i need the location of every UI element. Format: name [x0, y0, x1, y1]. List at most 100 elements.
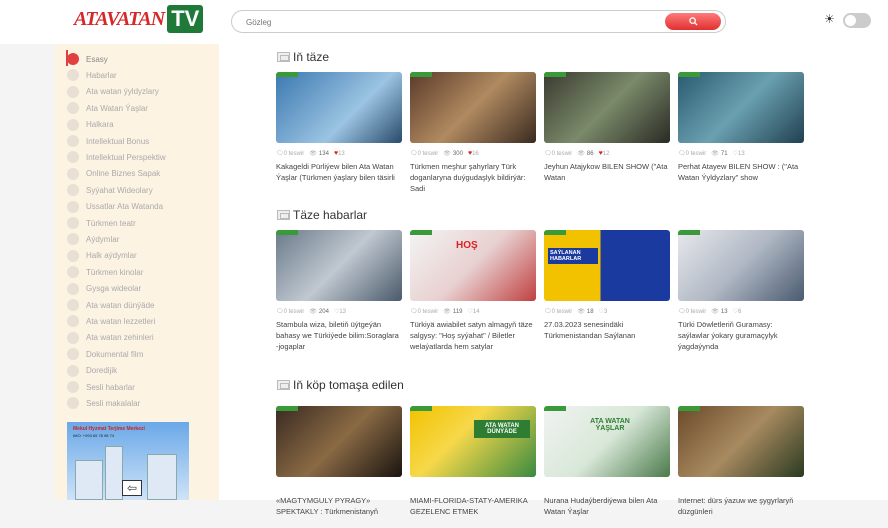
- video-thumbnail[interactable]: HOŞ: [410, 230, 536, 301]
- video-title[interactable]: Türki Döwletleriň Guramasy: saýlawlar ýo…: [678, 319, 804, 352]
- video-card[interactable]: SAÝLANAN HABARLAR 🗨 0 teswir 👁 18 ♡ 3 27.03.202…: [544, 230, 670, 352]
- search-input[interactable]: [246, 14, 666, 30]
- sidebar-item-label: Sesli habarlar: [86, 382, 135, 392]
- sidebar-item[interactable]: Online Biznes Sapak: [67, 166, 160, 182]
- video-title[interactable]: Türkmen meşhur şahyrlary Türk doganlaryn…: [410, 161, 536, 194]
- video-thumbnail[interactable]: [678, 72, 804, 143]
- sidebar-item[interactable]: Ussatlar Ata Watanda: [67, 199, 163, 215]
- sidebar-item[interactable]: Esasy: [67, 51, 108, 67]
- video-card[interactable]: 🗨 0 teswir 👁 86 ♥ 12 Jeyhun Atajykow BILEN SHO…: [544, 72, 670, 194]
- video-thumbnail[interactable]: [544, 72, 670, 143]
- sidebar-item[interactable]: Ata watan lezzetleri: [67, 313, 155, 329]
- video-card[interactable]: 🗨 0 teswir 👁 204 ♡ 13 Stambula wiza, biletiň ü…: [276, 230, 402, 352]
- video-card[interactable]: 🗨 0 teswir 👁 134 ♥ 13 Kakageldi Pürliýew bilen…: [276, 72, 402, 194]
- sidebar-item[interactable]: Habarlar: [67, 67, 117, 83]
- video-title[interactable]: Türkiyä awiabilet satyn almagyň täze sal…: [410, 319, 536, 352]
- sidebar-item[interactable]: Syýahat Wideolary: [67, 182, 153, 198]
- sidebar-item[interactable]: Doredijik: [67, 363, 117, 379]
- video-card[interactable]: ATA WATAN ÝAŞLAR Nurana Hudaýberdiýewa bi…: [544, 406, 670, 528]
- sidebar-item[interactable]: Halkara: [67, 117, 114, 133]
- likes-count[interactable]: ♥ 13: [334, 150, 345, 157]
- sidebar-item[interactable]: Türkmen teatr: [67, 215, 136, 231]
- category-icon: [67, 102, 79, 115]
- likes-count[interactable]: ♥ 12: [599, 150, 610, 157]
- sidebar-item[interactable]: Dokumental film: [67, 346, 143, 362]
- comments-count: 🗨 0 teswir: [410, 150, 439, 158]
- video-card[interactable]: ATA WATAN DÜNÝÄDE MIAMI-FLORIDA-STATY-AME…: [410, 406, 536, 528]
- video-thumbnail[interactable]: [678, 230, 804, 301]
- video-card[interactable]: «MAGTYMGULY PYRAGY» SPEKTAKLY : Türkmeni…: [276, 406, 402, 528]
- video-title[interactable]: Stambula wiza, biletiň üýtgeýän bahasy w…: [276, 319, 402, 352]
- sidebar-item-label: Esasy: [86, 54, 108, 64]
- video-title[interactable]: Jeyhun Atajykow BILEN SHOW ("Ata Watan: [544, 161, 670, 194]
- sidebar-item-label: Türkmen teatr: [86, 218, 136, 228]
- site-logo[interactable]: ATAVATAN TV: [74, 4, 204, 34]
- advertisement-banner[interactable]: Mekul Hyzmat Terjime Merkezi IMO: +993 6…: [67, 422, 189, 500]
- thumb-label: ATA WATAN ÝAŞLAR: [590, 418, 630, 432]
- sidebar-item-label: Ata watan dünýäde: [86, 300, 155, 310]
- video-card[interactable]: HOŞ 🗨 0 teswir 👁 119 ♡ 14 Türkiyä awiabilet sat…: [410, 230, 536, 352]
- sidebar-item[interactable]: Intellektual Bonus: [67, 133, 149, 149]
- sidebar-item[interactable]: Intellektual Perspektiw: [67, 149, 166, 165]
- channel-badge: [678, 72, 700, 77]
- likes-count[interactable]: ♡ 3: [599, 308, 608, 316]
- ad-building: [147, 454, 177, 500]
- comment-icon: 🗨: [276, 151, 284, 157]
- video-meta: [410, 483, 536, 492]
- sidebar-item[interactable]: Sesli habarlar: [67, 379, 135, 395]
- likes-count[interactable]: ♥ 16: [468, 150, 479, 157]
- video-card[interactable]: 🗨 0 teswir 👁 13 ♡ 6 Türki Döwletleriň Guramasy…: [678, 230, 804, 352]
- video-title[interactable]: Kakageldi Pürliýew bilen Ata Watan Ýaşla…: [276, 161, 402, 194]
- sidebar-item[interactable]: Sesli makalalar: [67, 395, 140, 411]
- video-thumbnail[interactable]: ATA WATAN ÝAŞLAR: [544, 406, 670, 477]
- likes-count[interactable]: ♡ 13: [334, 308, 346, 316]
- sidebar-item[interactable]: Türkmen kinolar: [67, 264, 143, 280]
- sidebar-item-label: Türkmen kinolar: [86, 267, 144, 277]
- sidebar-item[interactable]: Ata Watan Ýaşlar: [67, 100, 148, 116]
- comment-icon: 🗨: [410, 151, 418, 157]
- video-thumbnail[interactable]: [276, 406, 402, 477]
- video-card[interactable]: 🗨 0 teswir 👁 71 ♡ 13 Perhat Atayew BILEN SHOW …: [678, 72, 804, 194]
- comment-icon: 🗨: [678, 309, 686, 315]
- category-icon: [67, 364, 79, 377]
- comments-count: 🗨 0 teswir: [544, 308, 573, 316]
- video-thumbnail[interactable]: SAÝLANAN HABARLAR: [544, 230, 670, 301]
- ad-phone: IMO: +993 65 78 98 74: [73, 433, 115, 438]
- comments-count: 🗨 0 teswir: [678, 150, 707, 158]
- video-title[interactable]: 27.03.2023 senesindäki Türkmenistandan S…: [544, 319, 670, 352]
- likes-count[interactable]: ♡ 13: [733, 150, 745, 158]
- video-thumbnail[interactable]: ATA WATAN DÜNÝÄDE: [410, 406, 536, 477]
- sidebar-item[interactable]: Halk aýdymlar: [67, 248, 137, 264]
- logo-text: ATAVATAN: [74, 7, 165, 30]
- likes-count[interactable]: ♡ 6: [733, 308, 742, 316]
- likes-count[interactable]: ♡ 14: [468, 308, 480, 316]
- video-thumbnail[interactable]: [410, 72, 536, 143]
- sidebar-item-label: Ata watan zehinleri: [86, 333, 154, 343]
- video-title[interactable]: Perhat Atayew BILEN SHOW : ("Ata Watan Ý…: [678, 161, 804, 194]
- search-button[interactable]: [665, 13, 721, 30]
- video-card[interactable]: Internet: dürs ýazuw we şygyrlaryň düzgü…: [678, 406, 804, 528]
- sun-icon: ☀: [824, 12, 835, 26]
- category-icon: [67, 200, 79, 213]
- video-card[interactable]: 🗨 0 teswir 👁 300 ♥ 16 Türkmen meşhur şahyrlary…: [410, 72, 536, 194]
- comment-icon: 🗨: [678, 151, 686, 157]
- sidebar-item[interactable]: Ata watan dünýäde: [67, 297, 155, 313]
- channel-badge: [410, 230, 432, 235]
- sidebar-item[interactable]: Aýdymlar: [67, 231, 119, 247]
- dark-mode-toggle[interactable]: [843, 13, 871, 28]
- video-meta: 🗨 0 teswir 👁 86 ♥ 12: [544, 149, 670, 158]
- video-thumbnail[interactable]: [276, 72, 402, 143]
- channel-badge: [276, 72, 298, 77]
- comments-count: 🗨 0 teswir: [544, 150, 573, 158]
- views-count: 👁 13: [711, 308, 728, 316]
- views-count: 👁 300: [443, 150, 463, 158]
- video-thumbnail[interactable]: [678, 406, 804, 477]
- eye-icon: 👁: [443, 151, 451, 157]
- sidebar-item[interactable]: Gysga wideolar: [67, 281, 141, 297]
- sidebar-item[interactable]: Ata watan ýyldyzlary: [67, 84, 159, 100]
- category-icon: [67, 217, 79, 229]
- video-thumbnail[interactable]: [276, 230, 402, 301]
- sidebar-item[interactable]: Ata watan zehinleri: [67, 330, 154, 346]
- views-count: 👁 18: [577, 308, 594, 316]
- sidebar-item-label: Dokumental film: [86, 349, 144, 359]
